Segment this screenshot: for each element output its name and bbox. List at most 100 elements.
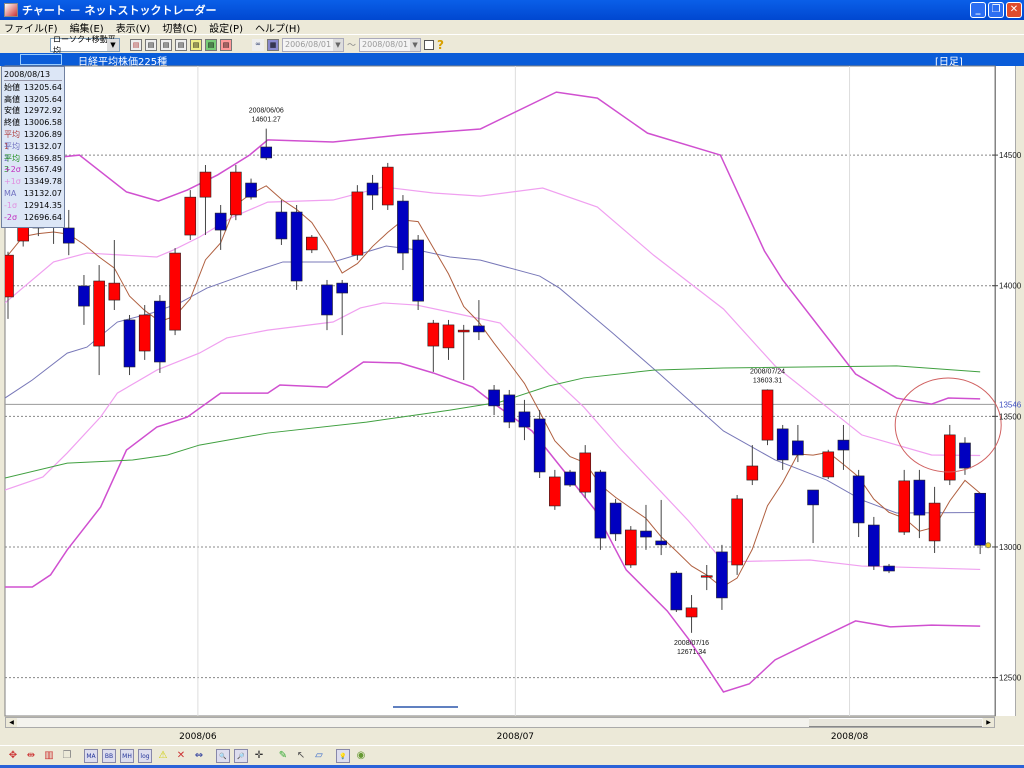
candle-body-down: [366, 182, 379, 196]
candle-body-up: [822, 451, 835, 478]
ma-icon[interactable]: MA: [84, 748, 98, 763]
candle: [761, 389, 774, 446]
zoom-out-icon[interactable]: 🔎: [234, 748, 248, 763]
candle-body-down: [716, 551, 728, 599]
candle-body-down: [321, 284, 333, 316]
info-value: 13567.49: [23, 165, 62, 175]
candle-body-down: [837, 439, 850, 451]
candle: [290, 204, 303, 290]
bars-icon[interactable]: ▥: [42, 749, 56, 763]
candle-body-up: [442, 324, 455, 349]
candle: [503, 389, 516, 429]
plot-area: [4, 65, 996, 717]
candle-body-up: [943, 434, 956, 481]
candle-body-up: [138, 314, 151, 352]
candle-body-down: [959, 442, 971, 469]
info-label: 平均3: [4, 153, 20, 175]
candle-body-down: [609, 502, 622, 535]
candle-body-down: [62, 227, 75, 244]
info-label: +1σ: [4, 177, 21, 187]
eraser-icon[interactable]: ▱: [312, 749, 326, 763]
info-label: 終値: [4, 118, 20, 128]
candle-body-down: [275, 211, 288, 240]
candle-body-down: [655, 540, 667, 546]
candle-body-down: [290, 211, 303, 282]
candle-body-down: [868, 524, 880, 567]
candle-body-up: [624, 529, 637, 566]
info-value: 13132.07: [23, 141, 62, 151]
pen-icon[interactable]: ✎: [276, 749, 290, 763]
candle-body-down: [670, 572, 683, 611]
zoom-in-icon[interactable]: 🔍: [216, 748, 230, 763]
candle: [169, 248, 181, 336]
info-row: 始値 13205.64: [4, 82, 62, 94]
log-icon[interactable]: log: [138, 748, 152, 763]
candle-body-down: [533, 418, 546, 473]
candlestick-chart[interactable]: 2008/06/06 14601.27 2008/07/16 12671.34 2008…: [0, 0, 1024, 768]
info-value: 13669.85: [23, 153, 62, 163]
cross-icon[interactable]: ✛: [252, 749, 266, 763]
candle-body-down: [214, 212, 227, 231]
candle-body-down: [123, 319, 136, 368]
candle-body-down: [518, 411, 531, 428]
y-tick-label: 14000: [999, 282, 1022, 291]
candle: [184, 190, 197, 240]
scroll-right-icon[interactable]: ▶: [983, 718, 994, 727]
y-tick-label: 14500: [999, 151, 1022, 160]
info-value: 13206.89: [23, 129, 62, 139]
candle: [731, 494, 743, 575]
candle-body-up: [761, 389, 774, 441]
bb-icon[interactable]: BB: [102, 748, 116, 763]
candle-body-down: [913, 479, 926, 516]
info-label: 高値: [4, 94, 20, 104]
scroll-thumb[interactable]: [809, 718, 982, 727]
crosshair-icon[interactable]: ✕: [174, 749, 188, 763]
info-date: 2008/08/13: [4, 69, 62, 81]
candle-body-up: [549, 476, 561, 507]
candle-body-up: [928, 502, 941, 542]
warning-icon[interactable]: ⚠: [156, 749, 170, 763]
y-tick-label: 12500: [999, 674, 1022, 683]
candle-body-down: [154, 300, 166, 363]
info-row: 平均2 13132.07: [4, 141, 62, 163]
expand-icon[interactable]: ⇹: [24, 749, 38, 763]
pointer-icon[interactable]: ↖: [294, 749, 308, 763]
scroll-left-icon[interactable]: ◀: [6, 718, 17, 727]
mh-icon[interactable]: MH: [120, 748, 134, 763]
move-icon[interactable]: ✥: [6, 749, 20, 763]
paint-icon[interactable]: ◉: [354, 749, 368, 763]
candle-body-up: [169, 252, 181, 331]
info-label: MA: [4, 188, 17, 198]
annotation-date: 2008/07/24: [750, 368, 785, 375]
bulb-icon[interactable]: 💡: [336, 748, 350, 763]
info-row: 平均1 13206.89: [4, 129, 62, 151]
info-value: 13349.78: [23, 177, 62, 187]
candle: [868, 516, 880, 570]
split-icon[interactable]: ⇔: [192, 749, 206, 763]
candle-body-up: [351, 191, 364, 256]
candle-body-down: [792, 440, 804, 456]
info-value: 13006.58: [23, 118, 62, 128]
info-row: 安値 12972.92: [4, 105, 62, 117]
candle-body-down: [852, 475, 865, 524]
candle-body-up: [731, 498, 743, 566]
candle: [154, 295, 166, 373]
candle-body-up: [700, 575, 713, 578]
info-label: +2σ: [4, 165, 21, 175]
annotation-value: 12671.34: [677, 649, 706, 656]
candle-body-down: [412, 239, 424, 302]
candle: [624, 526, 637, 568]
candle: [594, 469, 607, 550]
horizontal-scrollbar[interactable]: ◀ ▶: [5, 717, 995, 728]
candle: [670, 571, 683, 613]
info-row: +1σ 13349.78: [4, 176, 62, 188]
copy-icon[interactable]: ❐: [60, 749, 74, 763]
info-row: 高値 13205.64: [4, 94, 62, 106]
info-row: +2σ 13567.49: [4, 164, 62, 176]
candle-body-up: [199, 171, 212, 198]
annotation-value: 14601.27: [252, 117, 281, 124]
info-value: 12914.35: [23, 200, 62, 210]
info-value: 12696.64: [23, 212, 62, 222]
candle-body-up: [184, 196, 197, 236]
candle: [351, 185, 364, 261]
